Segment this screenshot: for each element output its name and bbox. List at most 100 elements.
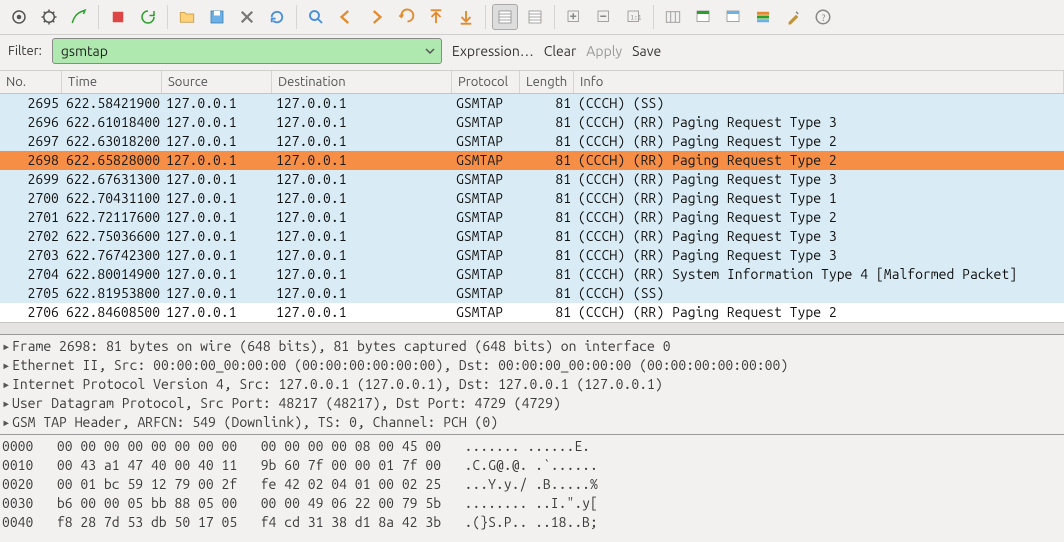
filter-bar: Filter: Expression… Clear Apply Save xyxy=(0,35,1064,71)
cell-length: 81 xyxy=(520,170,574,189)
cell-source: 127.0.0.1 xyxy=(162,265,272,284)
packet-list-scrollbar[interactable] xyxy=(0,322,1064,334)
clear-button[interactable]: Clear xyxy=(544,43,576,59)
find-icon[interactable] xyxy=(303,4,329,30)
col-time[interactable]: Time xyxy=(62,71,162,93)
close-icon[interactable] xyxy=(234,4,260,30)
go-last-icon[interactable] xyxy=(453,4,479,30)
zoom-in-icon[interactable] xyxy=(561,4,587,30)
packet-details[interactable]: ▸Frame 2698: 81 bytes on wire (648 bits)… xyxy=(0,334,1064,434)
zoom-out-icon[interactable] xyxy=(591,4,617,30)
cell-destination: 127.0.0.1 xyxy=(272,189,452,208)
col-source[interactable]: Source xyxy=(162,71,272,93)
cell-protocol: GSMTAP xyxy=(452,189,520,208)
packet-row[interactable]: 2702622.75036600127.0.0.1127.0.0.1GSMTAP… xyxy=(0,227,1064,246)
cell-source: 127.0.0.1 xyxy=(162,151,272,170)
cell-info: (CCCH) (SS) xyxy=(574,284,1054,303)
go-forward-icon[interactable] xyxy=(363,4,389,30)
col-info[interactable]: Info xyxy=(574,71,1064,93)
cell-info: (CCCH) (RR) Paging Request Type 3 xyxy=(574,227,1054,246)
cell-no: 2704 xyxy=(0,265,62,284)
hex-line[interactable]: 0040 f8 28 7d 53 db 50 17 05 f4 cd 31 38… xyxy=(2,513,1062,532)
hex-line[interactable]: 0020 00 01 bc 59 12 79 00 2f fe 42 02 04… xyxy=(2,475,1062,494)
packet-row[interactable]: 2700622.70431100127.0.0.1127.0.0.1GSMTAP… xyxy=(0,189,1064,208)
cell-source: 127.0.0.1 xyxy=(162,189,272,208)
cell-no: 2702 xyxy=(0,227,62,246)
display-filters-icon[interactable] xyxy=(720,4,746,30)
cell-no: 2705 xyxy=(0,284,62,303)
cell-length: 81 xyxy=(520,303,574,322)
packet-row[interactable]: 2703622.76742300127.0.0.1127.0.0.1GSMTAP… xyxy=(0,246,1064,265)
packet-row[interactable]: 2706622.84608500127.0.0.1127.0.0.1GSMTAP… xyxy=(0,303,1064,322)
expression-button[interactable]: Expression… xyxy=(452,43,534,59)
cell-destination: 127.0.0.1 xyxy=(272,94,452,113)
cell-time: 622.84608500 xyxy=(62,303,162,322)
hex-line[interactable]: 0000 00 00 00 00 00 00 00 00 00 00 00 00… xyxy=(2,437,1062,456)
hex-line[interactable]: 0010 00 43 a1 47 40 00 40 11 9b 60 7f 00… xyxy=(2,456,1062,475)
detail-line[interactable]: ▸Ethernet II, Src: 00:00:00_00:00:00 (00… xyxy=(0,356,1064,375)
coloring-rules-icon[interactable] xyxy=(750,4,776,30)
detail-line[interactable]: ▸Internet Protocol Version 4, Src: 127.0… xyxy=(0,375,1064,394)
hex-line[interactable]: 0030 b6 00 00 05 bb 88 05 00 00 00 49 06… xyxy=(2,494,1062,513)
cell-time: 622.76742300 xyxy=(62,246,162,265)
cell-info: (CCCH) (RR) Paging Request Type 3 xyxy=(574,113,1054,132)
resize-columns-icon[interactable] xyxy=(660,4,686,30)
expand-icon[interactable]: ▸ xyxy=(2,337,12,356)
packet-row[interactable]: 2699622.67631300127.0.0.1127.0.0.1GSMTAP… xyxy=(0,170,1064,189)
packet-row[interactable]: 2696622.61018400127.0.0.1127.0.0.1GSMTAP… xyxy=(0,113,1064,132)
detail-line[interactable]: ▸Frame 2698: 81 bytes on wire (648 bits)… xyxy=(0,337,1064,356)
packet-row[interactable]: 2698622.65828000127.0.0.1127.0.0.1GSMTAP… xyxy=(0,151,1064,170)
colorize-icon[interactable] xyxy=(492,4,518,30)
interfaces-icon[interactable] xyxy=(6,4,32,30)
start-capture-icon[interactable] xyxy=(66,4,92,30)
detail-line[interactable]: ▸User Datagram Protocol, Src Port: 48217… xyxy=(0,394,1064,413)
auto-scroll-icon[interactable] xyxy=(522,4,548,30)
cell-info: (CCCH) (SS) xyxy=(574,94,1054,113)
cell-source: 127.0.0.1 xyxy=(162,246,272,265)
packet-row[interactable]: 2705622.81953800127.0.0.1127.0.0.1GSMTAP… xyxy=(0,284,1064,303)
cell-source: 127.0.0.1 xyxy=(162,284,272,303)
go-back-icon[interactable] xyxy=(333,4,359,30)
detail-text: Internet Protocol Version 4, Src: 127.0.… xyxy=(12,375,663,394)
restart-capture-icon[interactable] xyxy=(135,4,161,30)
go-first-icon[interactable] xyxy=(423,4,449,30)
col-length[interactable]: Length xyxy=(520,71,574,93)
cell-protocol: GSMTAP xyxy=(452,265,520,284)
expand-icon[interactable]: ▸ xyxy=(2,394,12,413)
detail-line[interactable]: ▸GSM TAP Header, ARFCN: 549 (Downlink), … xyxy=(0,413,1064,432)
packet-row[interactable]: 2701622.72117600127.0.0.1127.0.0.1GSMTAP… xyxy=(0,208,1064,227)
save-button[interactable]: Save xyxy=(632,43,661,59)
capture-filters-icon[interactable] xyxy=(690,4,716,30)
filter-dropdown-icon[interactable] xyxy=(419,40,441,62)
cell-time: 622.63018200 xyxy=(62,132,162,151)
expand-icon[interactable]: ▸ xyxy=(2,356,12,375)
zoom-reset-icon[interactable]: 1:1 xyxy=(621,4,647,30)
apply-button[interactable]: Apply xyxy=(586,43,622,59)
expand-icon[interactable]: ▸ xyxy=(2,413,12,432)
preferences-icon[interactable] xyxy=(780,4,806,30)
filter-input[interactable] xyxy=(53,39,419,63)
jump-back-icon[interactable] xyxy=(393,4,419,30)
hex-dump[interactable]: 0000 00 00 00 00 00 00 00 00 00 00 00 00… xyxy=(0,434,1064,534)
cell-no: 2703 xyxy=(0,246,62,265)
reload-icon[interactable] xyxy=(264,4,290,30)
options-icon[interactable] xyxy=(36,4,62,30)
filter-input-wrap xyxy=(52,38,442,64)
cell-destination: 127.0.0.1 xyxy=(272,113,452,132)
packet-row[interactable]: 2695622.58421900127.0.0.1127.0.0.1GSMTAP… xyxy=(0,94,1064,113)
packet-list[interactable]: 2695622.58421900127.0.0.1127.0.0.1GSMTAP… xyxy=(0,94,1064,322)
detail-text: Ethernet II, Src: 00:00:00_00:00:00 (00:… xyxy=(12,356,788,375)
cell-info: (CCCH) (RR) Paging Request Type 2 xyxy=(574,151,1054,170)
save-file-icon[interactable] xyxy=(204,4,230,30)
col-protocol[interactable]: Protocol xyxy=(452,71,520,93)
col-no[interactable]: No. xyxy=(0,71,62,93)
packet-row[interactable]: 2704622.80014900127.0.0.1127.0.0.1GSMTAP… xyxy=(0,265,1064,284)
stop-capture-icon[interactable] xyxy=(105,4,131,30)
col-destination[interactable]: Destination xyxy=(272,71,452,93)
packet-row[interactable]: 2697622.63018200127.0.0.1127.0.0.1GSMTAP… xyxy=(0,132,1064,151)
open-file-icon[interactable] xyxy=(174,4,200,30)
cell-length: 81 xyxy=(520,227,574,246)
cell-time: 622.81953800 xyxy=(62,284,162,303)
help-icon[interactable]: ? xyxy=(810,4,836,30)
expand-icon[interactable]: ▸ xyxy=(2,375,12,394)
